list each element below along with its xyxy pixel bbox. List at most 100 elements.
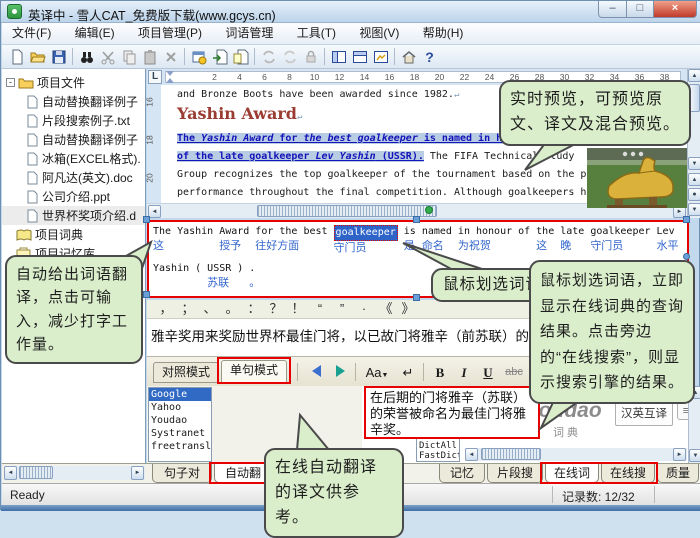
punct-button[interactable]: ：: [243, 300, 265, 318]
menu-tools[interactable]: 工具(T): [287, 23, 346, 44]
segment-token[interactable]: The这: [153, 225, 171, 256]
segment-token[interactable]: in honour为祝贺: [458, 225, 512, 256]
document-copy-icon[interactable]: [230, 47, 251, 67]
layout-vertical-icon[interactable]: [349, 47, 370, 67]
scroll-left-button[interactable]: ◄: [4, 466, 17, 480]
gloss-word[interactable]: 守门员: [590, 239, 650, 254]
close-button[interactable]: ×: [654, 1, 697, 18]
gloss-word[interactable]: 为祝贺: [458, 239, 512, 254]
segment-token[interactable]: USSR苏联: [207, 262, 231, 291]
source-word[interactable]: USSR: [207, 262, 231, 276]
punct-button[interactable]: 》: [397, 300, 419, 318]
browse-next-button[interactable]: ▼: [688, 203, 700, 216]
selected-source-word[interactable]: goalkeeper: [334, 225, 398, 241]
segment-token[interactable]: Yashin (: [153, 262, 201, 291]
tree-file-item[interactable]: 阿凡达(英文).doc: [2, 168, 145, 187]
refresh-icon[interactable]: [279, 47, 300, 67]
segment-token[interactable]: Award授予: [219, 225, 249, 256]
menu-help[interactable]: 帮助(H): [413, 23, 474, 44]
menu-file[interactable]: 文件(F): [2, 23, 61, 44]
source-word[interactable]: goalkeeper: [590, 225, 650, 239]
tab-sentence-compare[interactable]: 句子对比: [152, 464, 212, 483]
lang-toggle-button[interactable]: 汉英互译: [615, 402, 673, 426]
next-segment-button[interactable]: [329, 362, 351, 382]
delete-icon[interactable]: [160, 47, 181, 67]
segment-token-selected[interactable]: goalkeeper守门员: [334, 225, 398, 256]
tree-item-project-dictionary[interactable]: 项目词典: [2, 225, 145, 244]
scroll-down-button[interactable]: ▼: [689, 449, 700, 462]
source-word[interactable]: of: [518, 225, 530, 239]
source-word[interactable]: late: [560, 225, 584, 239]
save-icon[interactable]: [48, 47, 69, 67]
scrollbar-thumb[interactable]: [257, 205, 437, 217]
punct-button[interactable]: 。: [221, 300, 243, 318]
tree-root-project-files[interactable]: - 项目文件: [2, 73, 145, 92]
punct-button[interactable]: 《: [375, 300, 397, 318]
scrollbar-thumb[interactable]: [481, 448, 541, 460]
engine-item[interactable]: Google: [149, 388, 211, 401]
home-icon[interactable]: [398, 47, 419, 67]
gloss-word[interactable]: [153, 276, 201, 291]
dict-horizontal-scrollbar[interactable]: ◄ ►: [465, 448, 687, 461]
segment-token[interactable]: for the best往好方面: [255, 225, 327, 256]
engine-item[interactable]: freetranslati: [149, 440, 211, 453]
segment-token[interactable]: .。: [249, 262, 260, 291]
scroll-right-button[interactable]: ►: [131, 466, 144, 480]
punct-button[interactable]: ，: [155, 300, 177, 318]
scroll-down-button[interactable]: ▼: [688, 157, 700, 170]
source-word[interactable]: in honour: [458, 225, 512, 239]
tab-memory[interactable]: 记忆库: [439, 464, 485, 483]
tab-online-search[interactable]: 在线搜索: [601, 464, 655, 483]
scroll-left-button[interactable]: ◄: [465, 448, 478, 461]
scroll-up-button[interactable]: ▲: [688, 69, 700, 82]
gloss-word[interactable]: 这: [153, 239, 171, 254]
gloss-word[interactable]: 。: [249, 276, 260, 291]
segment-token[interactable]: of: [518, 225, 530, 256]
source-word[interactable]: Award: [219, 225, 249, 239]
help-icon[interactable]: ?: [419, 47, 440, 67]
sync-icon[interactable]: [258, 47, 279, 67]
segment-token[interactable]: Lev水平: [657, 225, 679, 256]
menu-project[interactable]: 项目管理(P): [128, 23, 212, 44]
gloss-word[interactable]: 是: [404, 239, 416, 254]
scroll-right-button[interactable]: ►: [673, 448, 686, 461]
gloss-word[interactable]: 守门员: [334, 241, 398, 256]
source-word[interactable]: The: [153, 225, 171, 239]
tab-fragment-search[interactable]: 片段搜索: [487, 464, 543, 483]
source-word[interactable]: Yashin: [177, 225, 213, 239]
punct-button[interactable]: 、: [199, 300, 221, 318]
menu-view[interactable]: 视图(V): [349, 23, 409, 44]
new-file-icon[interactable]: [6, 47, 27, 67]
punct-button[interactable]: ；: [177, 300, 199, 318]
gloss-word[interactable]: 命名: [422, 239, 452, 254]
gloss-word[interactable]: 这: [536, 239, 554, 254]
engine-item[interactable]: Systranet: [149, 427, 211, 440]
project-import-icon[interactable]: [209, 47, 230, 67]
gloss-word[interactable]: 晚: [560, 239, 584, 254]
menu-terms[interactable]: 词语管理: [215, 23, 283, 44]
prev-segment-button[interactable]: [305, 362, 327, 382]
layout-horizontal-icon[interactable]: [328, 47, 349, 67]
engine-item[interactable]: Yahoo: [149, 401, 211, 414]
source-word[interactable]: is: [404, 225, 416, 239]
tree-expander-icon[interactable]: -: [6, 78, 15, 87]
segment-token[interactable]: ): [237, 262, 243, 291]
punct-button[interactable]: “: [309, 300, 331, 318]
target-sentence[interactable]: 雅辛奖用来奖励世界杯最佳门将，以已故门将雅辛（前苏联）的名字命: [151, 325, 570, 345]
segment-token[interactable]: Yashin: [177, 225, 213, 256]
paste-icon[interactable]: [139, 47, 160, 67]
source-word[interactable]: named: [422, 225, 452, 239]
find-icon[interactable]: [76, 47, 97, 67]
source-word[interactable]: for the best: [255, 225, 327, 239]
bottom-horizontal-scrollbar[interactable]: ◄ ►: [4, 466, 145, 480]
underline-button[interactable]: U: [477, 362, 499, 382]
project-export-icon[interactable]: [188, 47, 209, 67]
tree-file-item[interactable]: 自动替换翻译例子: [2, 92, 145, 111]
indent-marker-icon[interactable]: [166, 71, 174, 76]
engine-item[interactable]: Youdao: [149, 414, 211, 427]
scrollbar-thumb[interactable]: [19, 466, 53, 479]
gloss-word[interactable]: 授予: [219, 239, 249, 254]
tab-single-sentence-mode[interactable]: 单句模式: [221, 360, 287, 383]
punct-button[interactable]: ”: [331, 300, 353, 318]
maximize-button[interactable]: □: [627, 1, 654, 18]
